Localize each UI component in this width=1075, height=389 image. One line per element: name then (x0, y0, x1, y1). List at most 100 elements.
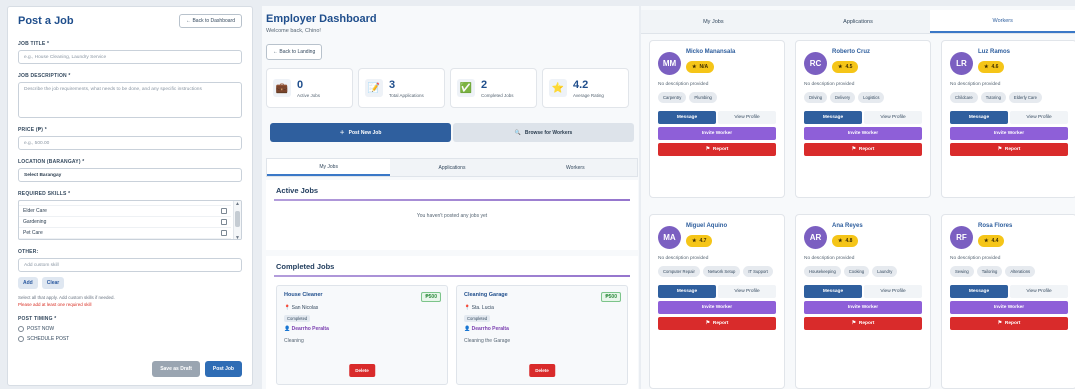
avatar: LR (950, 52, 973, 75)
radio-circle-icon[interactable] (18, 336, 24, 342)
stat-value: 0 (297, 78, 304, 91)
message-button[interactable]: Message (950, 285, 1008, 298)
skill-tag: Plumbing (689, 92, 717, 103)
scroll-down-icon[interactable]: ▼ (235, 235, 240, 239)
tab-my-jobs[interactable]: My Jobs (267, 159, 391, 176)
workers-panel: My Jobs Applications Workers MM Micko Ma… (641, 6, 1075, 389)
skills-list[interactable]: Elder Care Gardening Pet Care ▲ ▼ (18, 200, 242, 240)
price-label: PRICE (₱) * (18, 127, 47, 133)
worker-name[interactable]: Luz Ramos (978, 49, 1010, 55)
stat-value: 2 (481, 78, 488, 91)
delete-button[interactable]: Delete (529, 364, 555, 377)
invite-worker-button[interactable]: Invite Worker (950, 301, 1068, 314)
post-now-radio[interactable]: POST NOW (18, 326, 242, 332)
tab-workers[interactable]: Workers (930, 10, 1075, 33)
skill-tag: Carpentry (658, 92, 687, 103)
invite-worker-button[interactable]: Invite Worker (804, 127, 922, 140)
report-button[interactable]: ⚑ Report (804, 317, 922, 330)
view-profile-button[interactable]: View Profile (1010, 285, 1068, 298)
delete-button[interactable]: Delete (349, 364, 375, 377)
skill-item[interactable]: Pet Care (19, 228, 231, 239)
post-job-button[interactable]: Post Job (204, 361, 242, 377)
schedule-post-radio[interactable]: SCHEDULE POST (18, 336, 242, 342)
worker-name: Dearrho Peralta (291, 326, 329, 332)
worker-name[interactable]: Miguel Aquino (686, 223, 727, 229)
dashboard-title: Employer Dashboard (266, 13, 377, 25)
worker-description: No description provided (804, 256, 855, 261)
worker-description: No description provided (950, 256, 1001, 261)
post-new-job-button[interactable]: ＋ Post New Job (270, 123, 451, 142)
skills-scrollbar[interactable]: ▲ ▼ (233, 201, 241, 239)
skill-tag: IT Support (743, 266, 773, 277)
skill-checkbox[interactable] (221, 230, 227, 236)
barangay-select[interactable]: Select Barangay (18, 168, 242, 182)
report-button[interactable]: ⚑ Report (950, 143, 1068, 156)
message-button[interactable]: Message (950, 111, 1008, 124)
skill-label: Pet Care (23, 230, 43, 236)
report-button[interactable]: ⚑ Report (950, 317, 1068, 330)
save-draft-button[interactable]: Save as Draft (152, 361, 200, 377)
flag-icon: ⚑ (705, 147, 710, 152)
report-button[interactable]: ⚑ Report (804, 143, 922, 156)
job-title-input[interactable]: e.g., House Cleaning, Laundry Service (18, 50, 242, 64)
report-label: Report (858, 321, 875, 326)
job-title: Cleaning Garage (464, 292, 508, 298)
worker-name[interactable]: Rosa Flores (978, 223, 1012, 229)
view-profile-button[interactable]: View Profile (718, 285, 776, 298)
radio-circle-icon[interactable] (18, 326, 24, 332)
worker-description: No description provided (804, 82, 855, 87)
rating-value: 4.6 (991, 64, 999, 70)
invite-worker-button[interactable]: Invite Worker (658, 127, 776, 140)
skill-tag: Tutoring (980, 92, 1006, 103)
skill-checkbox[interactable] (221, 219, 227, 225)
search-icon: 🔍 (514, 129, 521, 136)
price-input[interactable]: e.g., 500.00 (18, 136, 242, 150)
add-skill-button[interactable]: Add (18, 277, 38, 289)
back-to-landing-button[interactable]: ← Back to Landing (266, 44, 323, 60)
tab-my-jobs[interactable]: My Jobs (641, 10, 786, 33)
tab-applications[interactable]: Applications (390, 159, 513, 176)
back-to-dashboard-button[interactable]: ← Back to Dashboard (179, 14, 242, 28)
skills-label: REQUIRED SKILLS * (18, 191, 71, 197)
price-badge: ₱500 (421, 292, 441, 302)
avatar: RC (804, 52, 827, 75)
skill-tag: Housekeeping (804, 266, 841, 277)
view-profile-button[interactable]: View Profile (864, 285, 922, 298)
worker-name[interactable]: Roberto Cruz (832, 49, 870, 55)
message-button[interactable]: Message (804, 111, 862, 124)
post-timing-label: POST TIMING * (18, 316, 57, 322)
message-button[interactable]: Message (804, 285, 862, 298)
completed-jobs-title: Completed Jobs (276, 262, 335, 271)
invite-worker-button[interactable]: Invite Worker (950, 127, 1068, 140)
post-new-job-label: Post New Job (348, 129, 382, 136)
invite-worker-button[interactable]: Invite Worker (658, 301, 776, 314)
briefcase-icon: 💼 (273, 79, 291, 97)
worker-name[interactable]: Ana Reyes (832, 223, 863, 229)
worker-description: No description provided (658, 82, 709, 87)
job-description-textarea[interactable]: Describe the job requirements, what need… (18, 82, 242, 118)
skill-item[interactable]: Elder Care (19, 206, 231, 217)
message-button[interactable]: Message (658, 285, 716, 298)
invite-worker-button[interactable]: Invite Worker (804, 301, 922, 314)
browse-workers-button[interactable]: 🔍 Browse for Workers (453, 123, 634, 142)
job-desc: Cleaning (284, 338, 304, 344)
report-button[interactable]: ⚑ Report (658, 317, 776, 330)
skill-tag: Tailoring (976, 266, 1003, 277)
custom-skill-input[interactable]: Add custom skill (18, 258, 242, 272)
scroll-up-icon[interactable]: ▲ (235, 201, 240, 207)
message-button[interactable]: Message (658, 111, 716, 124)
skill-checkbox[interactable] (221, 208, 227, 214)
clear-skill-button[interactable]: Clear (41, 277, 65, 289)
skill-item[interactable]: Gardening (19, 217, 231, 228)
location-pin-icon: 📍 (284, 305, 291, 311)
view-profile-button[interactable]: View Profile (1010, 111, 1068, 124)
tab-applications[interactable]: Applications (786, 10, 931, 33)
tab-workers[interactable]: Workers (514, 159, 637, 176)
star-icon: ★ (692, 64, 697, 70)
view-profile-button[interactable]: View Profile (718, 111, 776, 124)
rating-badge: ★ 4.8 (832, 235, 859, 247)
scroll-thumb[interactable] (235, 211, 240, 227)
worker-name[interactable]: Micko Manansala (686, 49, 735, 55)
view-profile-button[interactable]: View Profile (864, 111, 922, 124)
report-button[interactable]: ⚑ Report (658, 143, 776, 156)
